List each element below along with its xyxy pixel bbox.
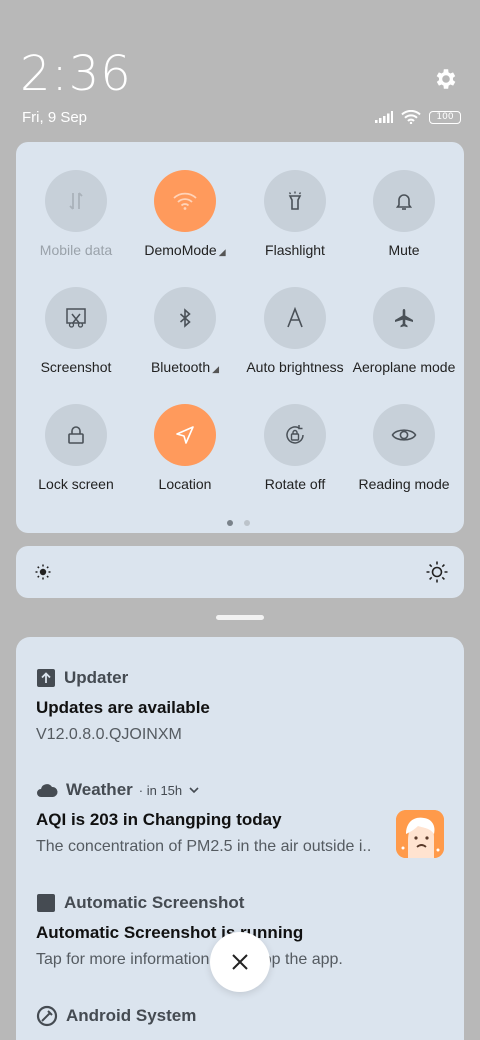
- notification-updater[interactable]: Updater Updates are available V12.0.8.0.…: [36, 666, 444, 744]
- tile-label: Aeroplane mode: [352, 359, 456, 375]
- tile-label: Auto brightness: [246, 359, 344, 375]
- tile-auto-brightness[interactable]: Auto brightness: [240, 287, 350, 375]
- tile-aeroplane-mode[interactable]: Aeroplane mode: [349, 287, 459, 375]
- tile-lock-screen[interactable]: Lock screen: [21, 404, 131, 492]
- bell-icon: [373, 170, 435, 232]
- tile-label: DemoMode ◢: [144, 242, 226, 258]
- signal-icon: [375, 111, 393, 123]
- tile-label: Mute: [388, 242, 420, 258]
- flashlight-icon: [264, 170, 326, 232]
- page-dot-active: [227, 520, 233, 526]
- gear-icon[interactable]: [433, 66, 459, 92]
- tile-label: Lock screen: [38, 476, 114, 492]
- rotate-icon: [264, 404, 326, 466]
- auto-brightness-icon: [264, 287, 326, 349]
- brightness-track: [110, 546, 408, 598]
- notification-body: The concentration of PM2.5 in the air ou…: [36, 838, 372, 855]
- clear-notifications-button[interactable]: [210, 932, 270, 992]
- notification-app-name: Weather: [66, 780, 133, 799]
- drag-handle[interactable]: [216, 615, 264, 620]
- upload-arrow-icon: [37, 669, 55, 687]
- expand-triangle-icon: ◢: [212, 364, 220, 374]
- tile-label: Rotate off: [264, 476, 326, 492]
- lock-icon: [45, 404, 107, 466]
- notification-title: Updates are available: [36, 698, 210, 717]
- notification-app-name: Updater: [64, 668, 129, 687]
- tile-flashlight[interactable]: Flashlight: [240, 170, 350, 258]
- notification-header: Weather · in 15h: [36, 778, 444, 802]
- notification-header: Automatic Screenshot: [36, 891, 444, 915]
- mobile-data-icon: [45, 170, 107, 232]
- tile-location[interactable]: Location: [130, 404, 240, 492]
- page-dot: [244, 520, 250, 526]
- tile-mobile-data[interactable]: Mobile data: [21, 170, 131, 258]
- tile-label: Mobile data: [39, 242, 113, 258]
- tile-rotate-off[interactable]: Rotate off: [240, 404, 350, 492]
- battery-indicator: 100: [429, 110, 461, 124]
- tile-bluetooth[interactable]: Bluetooth ◢: [130, 287, 240, 375]
- notification-app-name: Android System: [66, 1006, 197, 1025]
- screenshot-icon: [45, 287, 107, 349]
- date-label: Fri, 9 Sep: [22, 109, 88, 126]
- tile-label: Screenshot: [40, 359, 112, 375]
- app-square-icon: [37, 894, 55, 912]
- notification-header: Android System: [36, 1004, 444, 1028]
- bluetooth-icon: [154, 287, 216, 349]
- notification-android-system[interactable]: Android System: [36, 1004, 444, 1028]
- cloud-icon: [37, 784, 58, 797]
- page-indicator: [227, 520, 250, 526]
- aqi-face-icon: [396, 810, 444, 858]
- android-system-icon: [36, 1005, 58, 1027]
- airplane-icon: [373, 287, 435, 349]
- notification-time: · in 15h: [138, 782, 183, 798]
- brightness-low-icon: [35, 564, 51, 580]
- eye-icon: [373, 404, 435, 466]
- clock-time: 2:36: [20, 46, 132, 102]
- notification-app-name: Automatic Screenshot: [64, 893, 245, 912]
- tile-label: Flashlight: [265, 242, 325, 258]
- status-icons: 100: [375, 110, 461, 124]
- location-icon: [154, 404, 216, 466]
- brightness-high-icon: [426, 561, 448, 583]
- tile-screenshot[interactable]: Screenshot: [21, 287, 131, 375]
- brightness-slider[interactable]: [16, 546, 464, 598]
- notification-weather[interactable]: Weather · in 15h AQI is 203 in Changping…: [36, 778, 444, 858]
- notification-title: AQI is 203 in Changping today: [36, 810, 282, 829]
- expand-triangle-icon: ◢: [218, 247, 226, 257]
- tile-demo-mode[interactable]: DemoMode ◢: [130, 170, 240, 258]
- tile-mute[interactable]: Mute: [349, 170, 459, 258]
- notification-header: Updater: [36, 666, 444, 690]
- close-icon: [232, 954, 248, 970]
- quick-settings-panel: Mobile data DemoMode ◢ Flashlight Mute Sc…: [16, 142, 464, 533]
- wifi-icon: [154, 170, 216, 232]
- notification-body: V12.0.8.0.QJOINXM: [36, 726, 182, 743]
- wifi-status-icon: [401, 110, 421, 124]
- chevron-down-icon[interactable]: [186, 782, 202, 798]
- tile-label: Location: [158, 476, 212, 492]
- tile-reading-mode[interactable]: Reading mode: [349, 404, 459, 492]
- tile-label: Bluetooth ◢: [150, 359, 220, 375]
- tile-label: Reading mode: [358, 476, 450, 492]
